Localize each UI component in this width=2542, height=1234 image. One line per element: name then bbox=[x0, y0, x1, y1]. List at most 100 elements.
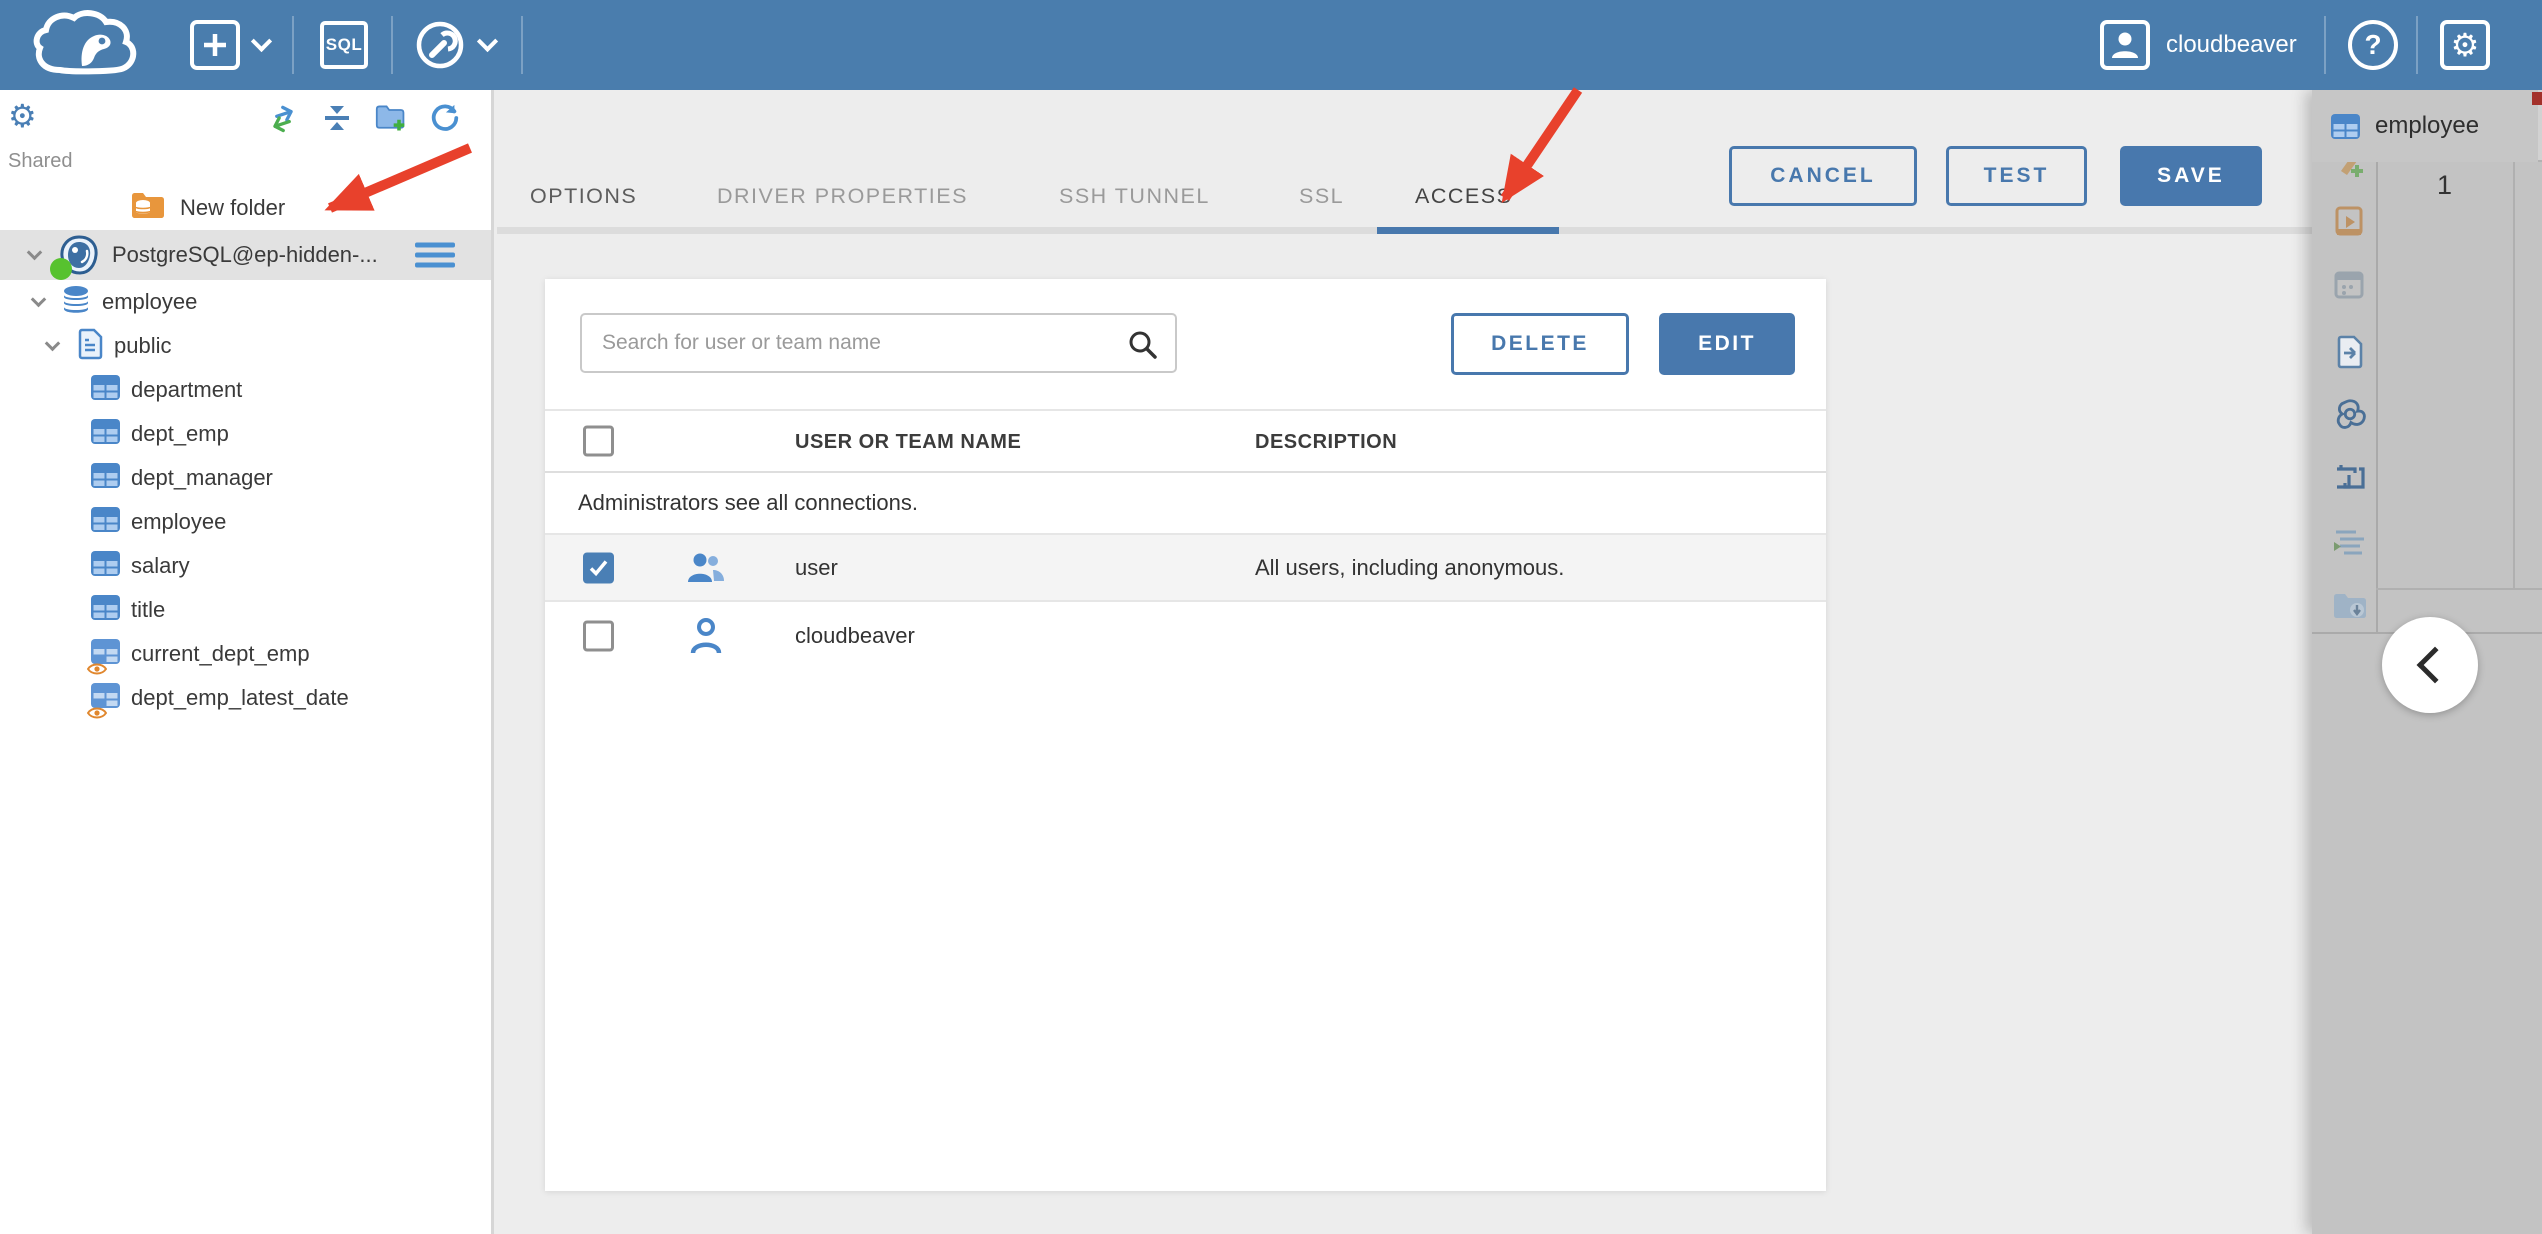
user-icon bbox=[684, 616, 728, 656]
schema-icon bbox=[76, 328, 104, 365]
sql-editor-button[interactable]: SQL bbox=[320, 0, 368, 90]
tab-ssl[interactable]: SSL bbox=[1299, 184, 1344, 209]
tree-item-view[interactable]: dept_emp_latest_date bbox=[0, 676, 491, 720]
editor-tab-strip: employee bbox=[2312, 90, 2542, 162]
tab-options[interactable]: OPTIONS bbox=[530, 184, 637, 209]
sidebar-settings-icon[interactable]: ⚙ bbox=[8, 100, 37, 132]
gear-icon: ⚙ bbox=[2450, 27, 2480, 63]
select-all-checkbox[interactable] bbox=[583, 425, 614, 457]
decorative-red-mark bbox=[2532, 92, 2542, 105]
tree-item-view[interactable]: current_dept_emp bbox=[0, 632, 491, 676]
toolbar-separator bbox=[2324, 16, 2326, 74]
row-name: user bbox=[795, 554, 838, 580]
access-table-header: USER OR TEAM NAME DESCRIPTION bbox=[545, 409, 1826, 473]
refresh-icon[interactable] bbox=[429, 102, 461, 134]
tree-item-label: PostgreSQL@ep-hidden-... bbox=[112, 242, 378, 267]
tree-item-label: employee bbox=[131, 509, 227, 534]
tree-item-database-employee[interactable]: employee bbox=[0, 280, 491, 324]
export-data-icon[interactable] bbox=[2332, 334, 2368, 370]
connection-menu-icon[interactable] bbox=[415, 238, 455, 273]
chevron-down-icon bbox=[476, 30, 499, 53]
test-button[interactable]: TEST bbox=[1946, 146, 2087, 206]
tree-item-table[interactable]: department bbox=[0, 368, 491, 412]
table-icon bbox=[90, 506, 121, 538]
grid-row-number: 1 bbox=[2436, 170, 2453, 200]
access-row-cloudbeaver[interactable]: cloudbeaver bbox=[545, 602, 1826, 669]
row-checkbox-checked[interactable] bbox=[583, 552, 614, 583]
tab-employee-table[interactable]: employee bbox=[2312, 90, 2538, 162]
cloudbeaver-logo[interactable] bbox=[30, 0, 148, 90]
search-input[interactable] bbox=[602, 315, 1112, 371]
row-checkbox[interactable] bbox=[583, 620, 614, 651]
row-description: All users, including anonymous. bbox=[1255, 554, 1565, 580]
tree-item-label: New folder bbox=[180, 195, 286, 220]
toolbar-separator bbox=[292, 16, 294, 74]
tree-item-new-folder[interactable]: New folder bbox=[0, 186, 491, 230]
access-panel-card: DELETE EDIT USER OR TEAM NAME DESCRIPTIO… bbox=[545, 279, 1826, 1191]
tree-item-table[interactable]: title bbox=[0, 588, 491, 632]
outline-list-icon[interactable] bbox=[2332, 524, 2368, 560]
save-button[interactable]: SAVE bbox=[2120, 146, 2262, 206]
tree-item-table[interactable]: employee bbox=[0, 500, 491, 544]
driver-manager-button[interactable] bbox=[414, 0, 499, 90]
tree-item-label: public bbox=[114, 333, 172, 358]
navigation-sidebar: ⚙ Shared New folder PostgreSQL@ep-hidden… bbox=[0, 90, 494, 1234]
chevron-down-icon[interactable] bbox=[24, 244, 44, 265]
access-row-user[interactable]: user All users, including anonymous. bbox=[545, 535, 1826, 602]
connection-status-dot bbox=[50, 258, 72, 280]
new-connection-button[interactable] bbox=[190, 0, 273, 90]
user-name-label: cloudbeaver bbox=[2166, 31, 2297, 58]
projects-section-label: Shared bbox=[8, 150, 73, 172]
script-icon[interactable] bbox=[2332, 204, 2368, 240]
cancel-button[interactable]: CANCEL bbox=[1729, 146, 1917, 206]
tree-item-label: title bbox=[131, 597, 166, 622]
tree-item-table[interactable]: salary bbox=[0, 544, 491, 588]
tree-item-label: dept_manager bbox=[131, 465, 273, 490]
table-icon bbox=[90, 418, 121, 450]
table-icon bbox=[90, 550, 121, 582]
team-icon bbox=[684, 548, 728, 588]
save-to-folder-icon[interactable] bbox=[2332, 588, 2368, 624]
tree-item-label: current_dept_emp bbox=[131, 641, 310, 666]
tree-item-label: salary bbox=[131, 553, 190, 578]
active-tab-underline bbox=[1377, 227, 1559, 234]
checkmark-icon bbox=[589, 559, 608, 576]
tree-item-label: department bbox=[131, 377, 243, 402]
collapse-all-icon[interactable] bbox=[321, 102, 353, 134]
top-app-bar: SQL cloudbeaver ? ⚙ bbox=[0, 0, 2542, 90]
folder-database-icon bbox=[130, 190, 166, 227]
collapse-panel-button[interactable] bbox=[2382, 617, 2478, 713]
delete-button[interactable]: DELETE bbox=[1451, 313, 1629, 375]
table-icon bbox=[2331, 113, 2360, 139]
search-icon[interactable] bbox=[1127, 329, 1159, 366]
sync-with-editor-icon[interactable] bbox=[267, 102, 299, 134]
edit-button[interactable]: EDIT bbox=[1659, 313, 1795, 375]
tree-item-schema-public[interactable]: public bbox=[0, 324, 491, 368]
tree-item-label: dept_emp bbox=[131, 421, 229, 446]
settings-button[interactable]: ⚙ bbox=[2440, 0, 2490, 90]
postgresql-icon bbox=[50, 234, 100, 280]
tree-item-table[interactable]: dept_manager bbox=[0, 456, 491, 500]
ai-assistant-icon[interactable] bbox=[2332, 396, 2368, 432]
table-icon bbox=[90, 462, 121, 494]
chevron-down-icon[interactable] bbox=[28, 291, 48, 312]
tab-ssh-tunnel[interactable]: SSH TUNNEL bbox=[1059, 184, 1210, 209]
tab-access[interactable]: ACCESS bbox=[1415, 184, 1512, 209]
cloudbeaver-logo-icon bbox=[33, 10, 137, 75]
help-button[interactable]: ? bbox=[2348, 0, 2398, 90]
grid-row-divider bbox=[2376, 588, 2542, 590]
database-icon bbox=[60, 284, 92, 321]
data-editor-panel: 1 employee bbox=[2312, 90, 2542, 1234]
tab-driver-properties[interactable]: DRIVER PROPERTIES bbox=[717, 184, 968, 209]
format-frame-icon[interactable] bbox=[2332, 460, 2368, 496]
table-icon bbox=[90, 374, 121, 406]
new-folder-icon[interactable] bbox=[375, 102, 407, 134]
chevron-down-icon[interactable] bbox=[42, 335, 62, 356]
tree-item-table[interactable]: dept_emp bbox=[0, 412, 491, 456]
row-name: cloudbeaver bbox=[795, 622, 915, 648]
tree-item-postgres-connection[interactable]: PostgreSQL@ep-hidden-... bbox=[0, 230, 491, 280]
toolbar-separator bbox=[521, 16, 523, 74]
user-menu-button[interactable]: cloudbeaver bbox=[2100, 0, 2297, 90]
sidebar-toolbar: ⚙ bbox=[0, 98, 491, 142]
grid-view-icon[interactable] bbox=[2332, 268, 2368, 304]
